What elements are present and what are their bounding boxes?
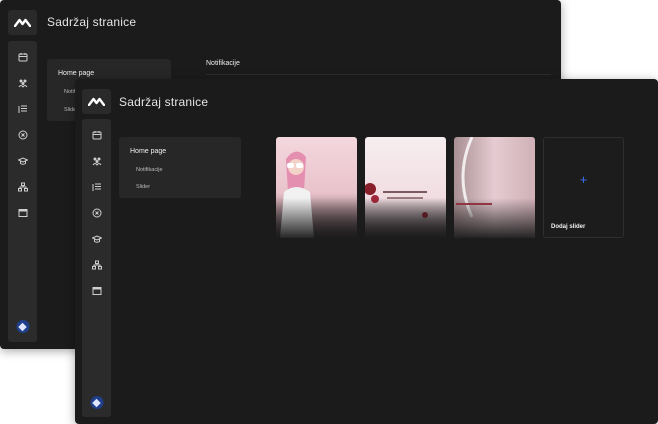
page-title: Sadržaj stranice [47, 15, 137, 29]
avatar[interactable] [90, 396, 103, 409]
section-title: Notifikacije [206, 60, 240, 67]
avatar[interactable] [16, 320, 29, 333]
window-icon[interactable] [18, 208, 28, 218]
slider-card[interactable] [365, 137, 446, 238]
logo-icon [88, 97, 105, 106]
list-icon[interactable] [18, 104, 28, 114]
add-slider-label: Dodaj slider [551, 224, 586, 230]
tree-item-slider[interactable]: Slider [136, 184, 150, 190]
card-fade [365, 198, 446, 238]
tree-heading[interactable]: Home page [58, 70, 94, 77]
list-icon[interactable] [92, 182, 102, 192]
circle-x-icon[interactable] [18, 130, 28, 140]
section-divider [206, 74, 551, 75]
card-fade [276, 198, 357, 238]
page-title: Sadržaj stranice [119, 95, 209, 109]
tree-heading[interactable]: Home page [130, 148, 166, 155]
graduation-cap-icon[interactable] [17, 156, 28, 166]
graduation-cap-icon[interactable] [91, 234, 102, 244]
foreground-window: Sadržaj stranice Home page Notifikacije … [75, 79, 658, 424]
sitemap-icon[interactable] [91, 260, 102, 270]
calendar-icon[interactable] [18, 52, 28, 62]
sidebar [82, 119, 111, 417]
users-icon[interactable] [18, 78, 28, 88]
app-logo[interactable] [82, 89, 111, 114]
card-fade [454, 198, 535, 238]
slider-card[interactable] [454, 137, 535, 238]
plus-icon: + [579, 172, 588, 187]
window-icon[interactable] [92, 286, 102, 296]
sidebar [8, 41, 37, 342]
app-logo[interactable] [8, 10, 37, 35]
users-icon[interactable] [92, 156, 102, 166]
add-slider-card[interactable]: + Dodaj slider [543, 137, 624, 238]
tree-item-notifikacije[interactable]: Notifikacije [136, 167, 163, 173]
circle-x-icon[interactable] [92, 208, 102, 218]
sitemap-icon[interactable] [17, 182, 28, 192]
calendar-icon[interactable] [92, 130, 102, 140]
logo-icon [14, 18, 31, 27]
page-tree-panel: Home page Notifikacije Slider [119, 137, 241, 198]
slider-card[interactable] [276, 137, 357, 238]
